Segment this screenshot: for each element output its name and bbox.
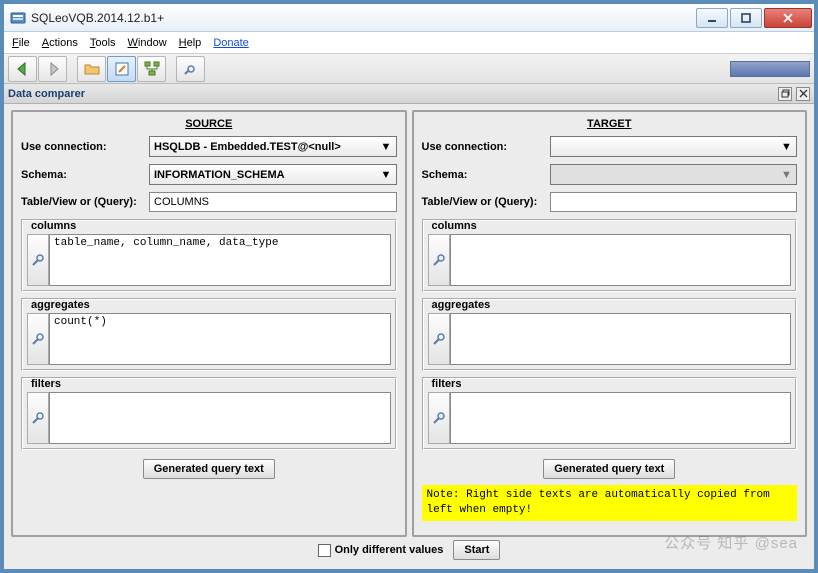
target-title: TARGET: [422, 118, 798, 130]
subwin-close-button[interactable]: [796, 87, 810, 101]
progress-indicator: [730, 61, 810, 77]
close-button[interactable]: [764, 8, 812, 28]
settings-button[interactable]: [176, 56, 205, 82]
forward-button[interactable]: [38, 56, 67, 82]
edit-button[interactable]: [107, 56, 136, 82]
columns-config-button-src[interactable]: [27, 234, 49, 286]
chevron-down-icon: ▼: [379, 139, 394, 154]
menubar: File Actions Tools Window Help Donate: [4, 32, 814, 54]
menu-actions[interactable]: Actions: [42, 37, 78, 49]
target-pane: TARGET Use connection: ▼ Schema: ▼ Table…: [412, 110, 808, 537]
only-diff-checkbox[interactable]: Only different values: [318, 544, 444, 557]
chevron-down-icon: ▼: [779, 167, 794, 182]
source-aggregates-text[interactable]: count(*): [49, 313, 391, 365]
minimize-button[interactable]: [696, 8, 728, 28]
target-generated-query-button[interactable]: Generated query text: [543, 459, 675, 479]
legend-columns-src: columns: [31, 220, 391, 232]
subwin-restore-button[interactable]: [778, 87, 792, 101]
target-filters-text[interactable]: [450, 392, 792, 444]
label-schema-src: Schema:: [21, 169, 149, 181]
legend-aggregates-src: aggregates: [31, 299, 391, 311]
legend-columns-tgt: columns: [432, 220, 792, 232]
target-aggregates-text[interactable]: [450, 313, 792, 365]
source-generated-query-button[interactable]: Generated query text: [143, 459, 275, 479]
target-table-input[interactable]: [550, 192, 798, 212]
note-text: Note: Right side texts are automatically…: [422, 485, 798, 521]
label-schema-tgt: Schema:: [422, 169, 550, 181]
menu-donate[interactable]: Donate: [213, 37, 248, 49]
menu-window[interactable]: Window: [128, 37, 167, 49]
source-connection-combo[interactable]: HSQLDB - Embedded.TEST@<null>▼: [149, 136, 397, 157]
filters-config-button-src[interactable]: [27, 392, 49, 444]
chevron-down-icon: ▼: [379, 167, 394, 182]
aggregates-config-button-src[interactable]: [27, 313, 49, 365]
toolbar: [4, 54, 814, 84]
source-filters-text[interactable]: [49, 392, 391, 444]
label-table-src: Table/View or (Query):: [21, 196, 149, 208]
target-connection-combo[interactable]: ▼: [550, 136, 798, 157]
label-connection-tgt: Use connection:: [422, 141, 550, 153]
filters-config-button-tgt[interactable]: [428, 392, 450, 444]
titlebar[interactable]: SQLeoVQB.2014.12.b1+: [4, 4, 814, 32]
checkbox-box: [318, 544, 331, 557]
maximize-button[interactable]: [730, 8, 762, 28]
source-schema-combo[interactable]: INFORMATION_SCHEMA▼: [149, 164, 397, 185]
app-icon: [10, 10, 26, 26]
app-window: SQLeoVQB.2014.12.b1+ File Actions Tools …: [3, 3, 815, 570]
label-table-tgt: Table/View or (Query):: [422, 196, 550, 208]
target-schema-combo[interactable]: ▼: [550, 164, 798, 185]
source-title: SOURCE: [21, 118, 397, 130]
content-area: SOURCE Use connection: HSQLDB - Embedded…: [4, 104, 814, 569]
source-columns-text[interactable]: table_name, column_name, data_type: [49, 234, 391, 286]
start-button[interactable]: Start: [453, 540, 500, 560]
menu-tools[interactable]: Tools: [90, 37, 116, 49]
source-table-input[interactable]: [149, 192, 397, 212]
diagram-button[interactable]: [137, 56, 166, 82]
chevron-down-icon: ▼: [779, 139, 794, 154]
legend-filters-src: filters: [31, 378, 391, 390]
target-columns-text[interactable]: [450, 234, 792, 286]
back-button[interactable]: [8, 56, 37, 82]
menu-help[interactable]: Help: [179, 37, 202, 49]
source-pane: SOURCE Use connection: HSQLDB - Embedded…: [11, 110, 407, 537]
label-connection-src: Use connection:: [21, 141, 149, 153]
columns-config-button-tgt[interactable]: [428, 234, 450, 286]
subwindow-title: Data comparer: [8, 88, 85, 100]
subwindow-header: Data comparer: [4, 84, 814, 104]
menu-file[interactable]: File: [12, 37, 30, 49]
legend-filters-tgt: filters: [432, 378, 792, 390]
open-folder-button[interactable]: [77, 56, 106, 82]
bottom-bar: Only different values Start: [11, 537, 807, 563]
legend-aggregates-tgt: aggregates: [432, 299, 792, 311]
title-text: SQLeoVQB.2014.12.b1+: [31, 11, 694, 25]
aggregates-config-button-tgt[interactable]: [428, 313, 450, 365]
